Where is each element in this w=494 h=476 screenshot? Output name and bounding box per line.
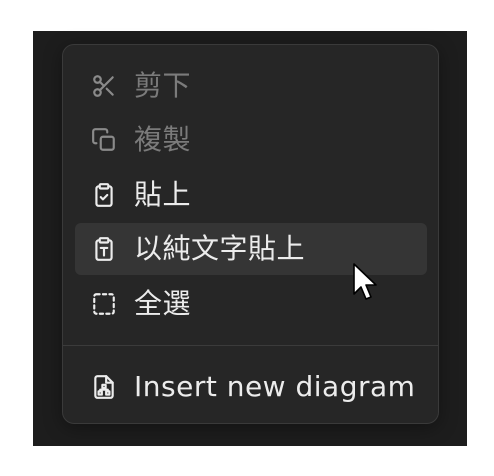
menu-item-insert-diagram[interactable]: Insert new diagram <box>75 361 427 413</box>
menu-item-paste[interactable]: 貼上 <box>75 169 427 221</box>
copy-icon <box>91 127 117 153</box>
menu-item-label: 剪下 <box>134 69 192 102</box>
select-all-icon <box>91 291 117 317</box>
diagram-file-icon <box>91 374 117 400</box>
mouse-pointer-icon <box>352 262 382 304</box>
context-menu: 剪下 複製 貼上 以純文字貼上 全選 Insert new diagram <box>62 44 439 424</box>
menu-item-label: 複製 <box>134 123 192 156</box>
clipboard-check-icon <box>91 182 117 208</box>
menu-item-label: Insert new diagram <box>134 370 416 403</box>
menu-item-label: 以純文字貼上 <box>134 232 306 265</box>
menu-item-cut[interactable]: 剪下 <box>75 60 427 112</box>
menu-item-label: 全選 <box>134 287 192 320</box>
menu-item-label: 貼上 <box>134 178 192 211</box>
scissors-icon <box>91 73 117 99</box>
clipboard-text-icon <box>91 236 117 262</box>
menu-divider <box>63 345 438 346</box>
menu-item-copy[interactable]: 複製 <box>75 114 427 166</box>
